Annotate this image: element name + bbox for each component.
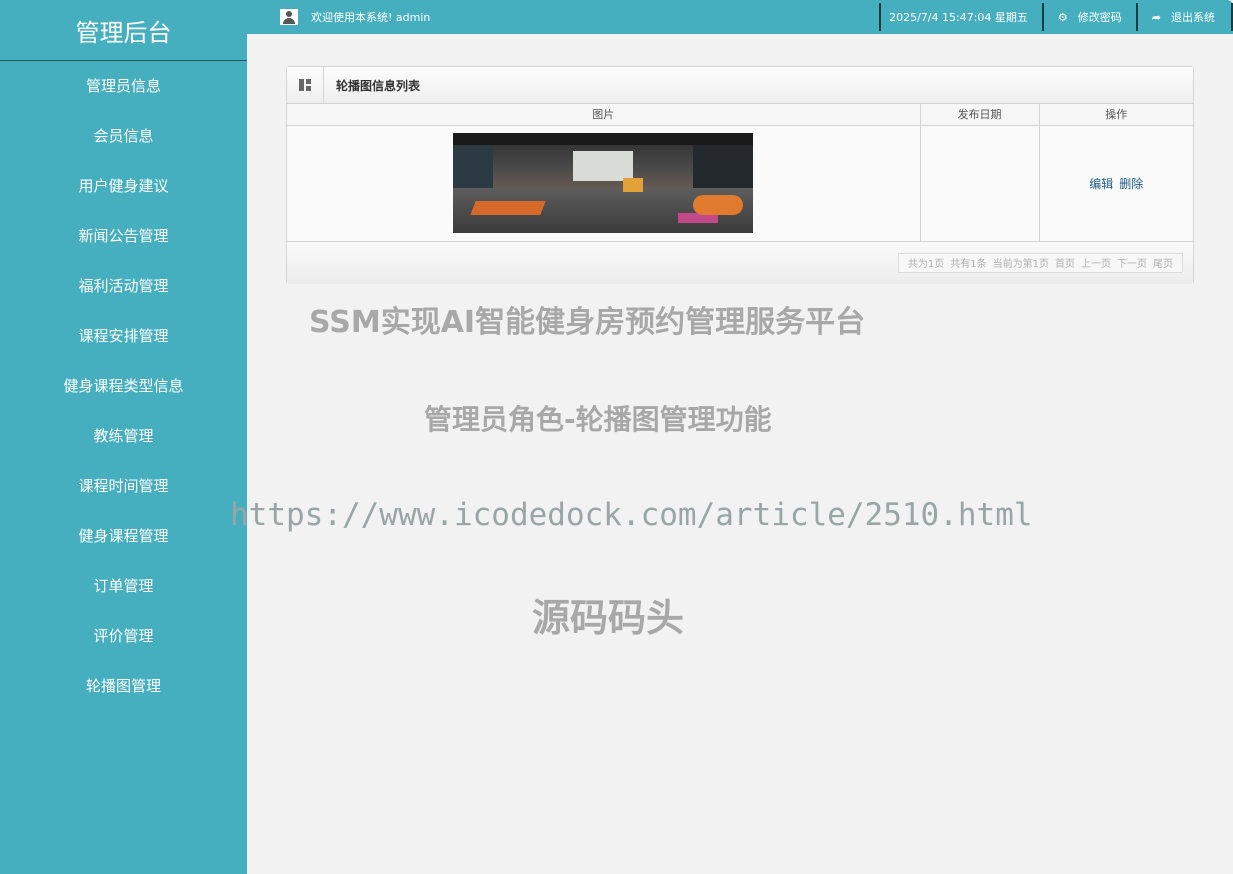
- welcome-text: 欢迎使用本系统! admin: [311, 11, 431, 24]
- pager-total-pages: 共为1页: [907, 259, 945, 270]
- sidebar-item-coach[interactable]: 教练管理: [0, 410, 247, 460]
- column-header-date: 发布日期: [920, 104, 1040, 126]
- layout-grid-icon: [299, 79, 311, 91]
- sidebar-item-carousel[interactable]: 轮播图管理: [0, 660, 247, 710]
- table-row: 编辑 删除: [287, 125, 1193, 242]
- carousel-image: [453, 133, 754, 233]
- sidebar-brand: 管理后台: [0, 0, 247, 61]
- datetime-display: 2025/7/4 15:47:04 星期五: [879, 3, 1042, 31]
- sidebar-item-fitness-advice[interactable]: 用户健身建议: [0, 160, 247, 210]
- panel-header: 轮播图信息列表: [287, 67, 1193, 104]
- datetime-text: 2025/7/4 15:47:04 星期五: [889, 11, 1028, 24]
- edit-link[interactable]: 编辑: [1089, 177, 1113, 191]
- carousel-panel: 轮播图信息列表 图片 发布日期 操作 编辑 删除 共为1页 共有1条 当前为第1…: [286, 66, 1194, 284]
- delete-link[interactable]: 删除: [1119, 177, 1143, 191]
- sidebar-item-orders[interactable]: 订单管理: [0, 560, 247, 610]
- logout-label: 退出系统: [1171, 11, 1215, 24]
- sidebar-item-welfare[interactable]: 福利活动管理: [0, 260, 247, 310]
- date-cell: [920, 125, 1040, 242]
- column-header-image: 图片: [287, 104, 921, 126]
- sidebar-item-reviews[interactable]: 评价管理: [0, 610, 247, 660]
- carousel-table: 图片 发布日期 操作 编辑 删除: [287, 104, 1193, 242]
- sidebar-item-admin-info[interactable]: 管理员信息: [0, 60, 247, 110]
- pager-next[interactable]: 下一页: [1117, 255, 1147, 270]
- table-header-row: 图片 发布日期 操作: [287, 104, 1193, 126]
- watermark-url: https://www.icodedock.com/article/2510.h…: [230, 497, 1033, 533]
- pager-current: 当前为第1页: [992, 259, 1049, 270]
- sidebar-item-news[interactable]: 新闻公告管理: [0, 210, 247, 260]
- sidebar-menu: 管理员信息 会员信息 用户健身建议 新闻公告管理 福利活动管理 课程安排管理 健…: [0, 60, 247, 710]
- actions-cell: 编辑 删除: [1039, 125, 1193, 242]
- user-icon: [280, 9, 298, 25]
- pagination: 共为1页 共有1条 当前为第1页 首页 上一页 下一页 尾页: [287, 241, 1193, 284]
- sidebar-item-member-info[interactable]: 会员信息: [0, 110, 247, 160]
- pager-prev[interactable]: 上一页: [1081, 255, 1111, 270]
- share-arrow-icon: ➦: [1151, 10, 1161, 24]
- column-header-actions: 操作: [1039, 104, 1193, 126]
- change-password-button[interactable]: ⚙ 修改密码: [1041, 3, 1136, 31]
- welcome-area: 欢迎使用本系统! admin: [280, 9, 430, 25]
- pager-last[interactable]: 尾页: [1153, 255, 1173, 270]
- sidebar-item-course-schedule[interactable]: 课程安排管理: [0, 310, 247, 360]
- sidebar: 管理后台 管理员信息 会员信息 用户健身建议 新闻公告管理 福利活动管理 课程安…: [0, 0, 247, 874]
- panel-title: 轮播图信息列表: [336, 78, 421, 93]
- change-password-label: 修改密码: [1077, 11, 1122, 24]
- top-bar-actions: 2025/7/4 15:47:04 星期五 ⚙ 修改密码 ➦ 退出系统: [879, 3, 1233, 31]
- main-content: 轮播图信息列表 图片 发布日期 操作 编辑 删除 共为1页 共有1条 当前为第1…: [247, 34, 1233, 874]
- pagination-box: 共为1页 共有1条 当前为第1页 首页 上一页 下一页 尾页: [897, 252, 1183, 273]
- sidebar-item-course-type[interactable]: 健身课程类型信息: [0, 360, 247, 410]
- panel-icon-box: [287, 67, 324, 103]
- sidebar-item-fitness-course[interactable]: 健身课程管理: [0, 510, 247, 560]
- watermark-title: SSM实现AI智能健身房预约管理服务平台: [309, 305, 866, 340]
- watermark-subtitle: 管理员角色-轮播图管理功能: [424, 403, 772, 436]
- gear-icon: ⚙: [1057, 10, 1068, 24]
- pager-first[interactable]: 首页: [1055, 255, 1075, 270]
- sidebar-item-course-time[interactable]: 课程时间管理: [0, 460, 247, 510]
- logout-button[interactable]: ➦ 退出系统: [1135, 3, 1233, 31]
- watermark-brand: 源码码头: [532, 596, 685, 640]
- image-cell: [287, 125, 921, 242]
- pager-total-items: 共有1条: [950, 259, 987, 270]
- top-bar: 欢迎使用本系统! admin 2025/7/4 15:47:04 星期五 ⚙ 修…: [247, 0, 1233, 34]
